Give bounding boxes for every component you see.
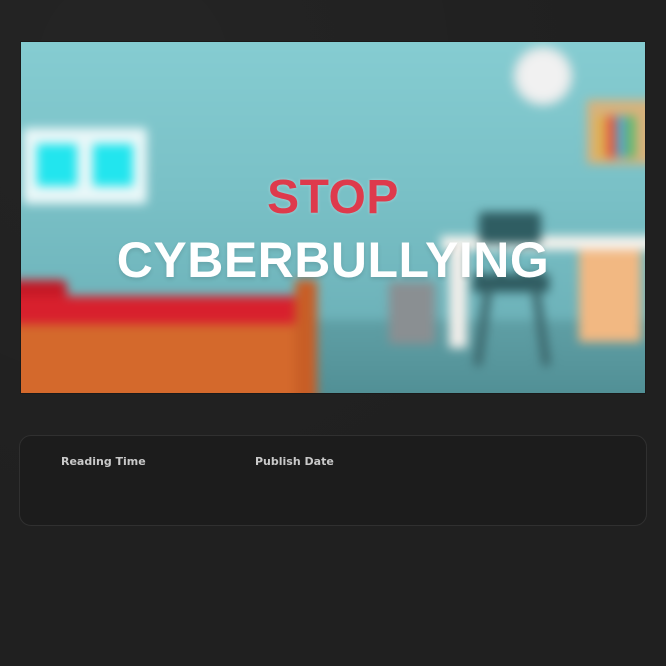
- bed-frame: [21, 324, 315, 393]
- reading-time-label: Reading Time: [61, 455, 146, 468]
- publish-date-label: Publish Date: [255, 455, 334, 468]
- book: [617, 116, 625, 158]
- book: [627, 116, 635, 158]
- wall-clock: [519, 52, 567, 100]
- book: [597, 116, 605, 158]
- bed-post: [295, 280, 317, 393]
- book: [607, 116, 615, 158]
- bookshelf: [587, 100, 645, 164]
- hero-headline-stop: STOP: [267, 171, 399, 224]
- article-page: STOP CYBERBULLYING Reading Time Publish …: [0, 0, 666, 666]
- hero-headline-cyberbullying: CYBERBULLYING: [116, 232, 550, 288]
- hero-image: STOP CYBERBULLYING: [21, 42, 645, 393]
- trash-bin: [389, 282, 435, 344]
- article-meta-card: Reading Time Publish Date: [19, 435, 647, 526]
